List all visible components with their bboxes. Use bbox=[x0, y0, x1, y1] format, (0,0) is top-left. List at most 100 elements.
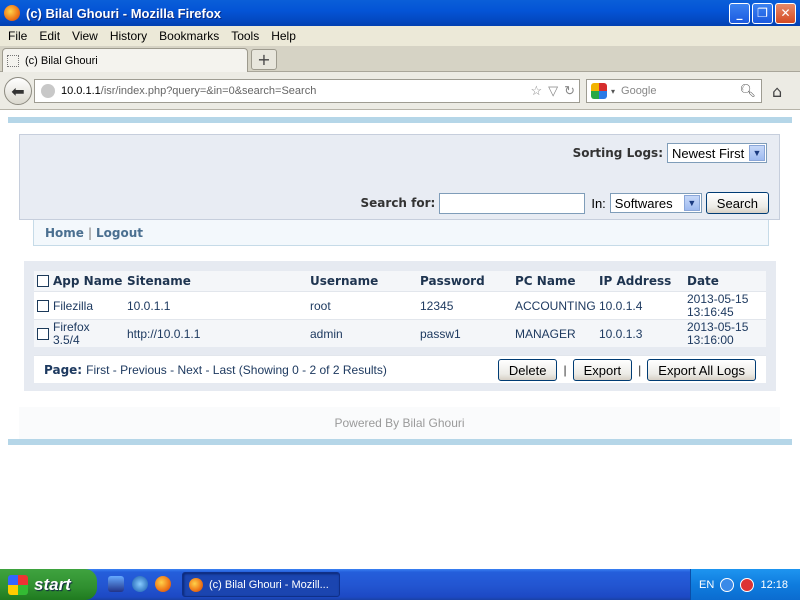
navigation-toolbar: ⬅ 10.0.1.1 /isr/index.php?query=&in=0&se… bbox=[0, 72, 800, 110]
search-panel: Sorting Logs: Newest First ▼ Search for:… bbox=[19, 134, 780, 220]
close-button[interactable]: ✕ bbox=[775, 2, 796, 24]
header-app-name: App Name bbox=[53, 274, 123, 288]
new-tab-button[interactable]: + bbox=[251, 49, 277, 70]
menu-help[interactable]: Help bbox=[265, 29, 302, 43]
cell-app-name-line1: Firefox bbox=[53, 319, 90, 334]
logout-link[interactable]: Logout bbox=[96, 226, 143, 240]
header-pc-name: PC Name bbox=[515, 274, 576, 288]
sorting-value: Newest First bbox=[672, 145, 745, 161]
window-title: (c) Bilal Ghouri - Mozilla Firefox bbox=[26, 5, 222, 21]
header-ip-address: IP Address bbox=[599, 274, 672, 288]
search-engine-dropdown-icon[interactable]: ▾ bbox=[611, 87, 615, 96]
table-header: App Name Sitename Username Password PC N… bbox=[34, 271, 766, 291]
page-label: Page: bbox=[44, 362, 83, 377]
menu-edit[interactable]: Edit bbox=[33, 29, 66, 43]
search-engine-placeholder: Google bbox=[621, 85, 657, 97]
nav-links: Home | Logout bbox=[33, 220, 769, 246]
sorting-control: Sorting Logs: Newest First ▼ bbox=[573, 143, 767, 163]
windows-taskbar: start (c) Bilal Ghouri - Mozill... EN 12… bbox=[0, 569, 800, 600]
browser-tab[interactable]: (c) Bilal Ghouri bbox=[2, 48, 248, 72]
table-actions: Delete | Export | Export All Logs bbox=[497, 359, 756, 381]
address-bar[interactable]: 10.0.1.1 /isr/index.php?query=&in=0&sear… bbox=[34, 79, 580, 103]
system-tray: EN 12:18 bbox=[690, 569, 800, 600]
reload-icon[interactable]: ↻ bbox=[564, 83, 575, 99]
back-arrow-icon: ⬅ bbox=[11, 81, 25, 101]
start-label: start bbox=[34, 574, 71, 594]
google-icon[interactable] bbox=[591, 83, 607, 99]
firefox-icon bbox=[189, 577, 203, 592]
cell-pc-name: ACCOUNTING bbox=[515, 298, 596, 313]
table-row[interactable]: Firefox 3.5/4 http://10.0.1.1 admin pass… bbox=[34, 319, 766, 347]
search-button[interactable]: Search bbox=[705, 192, 769, 214]
firefox-quicklaunch-icon[interactable] bbox=[155, 576, 171, 592]
search-input[interactable] bbox=[439, 192, 586, 214]
clock: 12:18 bbox=[760, 578, 788, 591]
header-sitename: Sitename bbox=[127, 274, 191, 288]
in-label: In: bbox=[591, 195, 606, 211]
header-date: Date bbox=[687, 274, 719, 288]
cell-date-time: 13:16:45 bbox=[687, 304, 734, 319]
cell-username: root bbox=[310, 298, 331, 313]
maximize-button[interactable]: ❐ bbox=[752, 2, 773, 24]
in-value: Softwares bbox=[614, 195, 673, 211]
tab-label: (c) Bilal Ghouri bbox=[25, 54, 98, 67]
tray-expand-icon[interactable] bbox=[720, 577, 735, 592]
menu-history[interactable]: History bbox=[104, 29, 153, 43]
home-icon[interactable]: ⌂ bbox=[772, 82, 782, 101]
chevron-down-icon[interactable]: ▼ bbox=[749, 145, 765, 161]
in-select[interactable]: Softwares ▼ bbox=[609, 193, 702, 213]
page-footer: Powered By Bilal Ghouri bbox=[19, 407, 780, 439]
header-password: Password bbox=[420, 274, 485, 288]
history-dropdown-icon[interactable]: ▽ bbox=[548, 83, 558, 99]
pagination-links[interactable]: First - Previous - Next - Last (Showing … bbox=[86, 363, 387, 377]
export-all-logs-button[interactable]: Export All Logs bbox=[647, 359, 756, 381]
search-engine-box[interactable]: ▾ Google 🔍︎ bbox=[586, 79, 762, 103]
cell-date-day: 2013-05-15 bbox=[687, 319, 749, 334]
delete-button[interactable]: Delete bbox=[497, 359, 558, 381]
security-shield-icon[interactable] bbox=[740, 577, 755, 592]
menu-view[interactable]: View bbox=[66, 29, 104, 43]
menu-file[interactable]: File bbox=[2, 29, 33, 43]
row-checkbox[interactable] bbox=[37, 299, 49, 312]
site-identity-icon[interactable] bbox=[41, 84, 55, 98]
nav-separator: | bbox=[87, 225, 92, 240]
tab-bar: (c) Bilal Ghouri + bbox=[0, 46, 800, 72]
cell-date: 2013-05-15 13:16:45 bbox=[687, 292, 748, 319]
menu-bar: File Edit View History Bookmarks Tools H… bbox=[0, 26, 800, 46]
chevron-down-icon[interactable]: ▼ bbox=[683, 195, 700, 211]
cell-sitename: 10.0.1.1 bbox=[127, 298, 171, 313]
minimize-button[interactable]: _ bbox=[729, 2, 750, 24]
logs-table: App Name Sitename Username Password PC N… bbox=[34, 271, 766, 347]
menu-tools[interactable]: Tools bbox=[225, 29, 265, 43]
start-button[interactable]: start bbox=[0, 569, 97, 600]
magnifier-icon[interactable]: 🔍︎ bbox=[739, 83, 756, 99]
page-favicon-icon bbox=[7, 54, 19, 67]
sorting-select[interactable]: Newest First ▼ bbox=[667, 143, 767, 163]
cell-sitename: http://10.0.1.1 bbox=[127, 326, 201, 341]
language-indicator[interactable]: EN bbox=[699, 579, 714, 591]
select-all-checkbox[interactable] bbox=[37, 275, 49, 287]
taskbar-firefox-item[interactable]: (c) Bilal Ghouri - Mozill... bbox=[182, 572, 340, 597]
action-separator: | bbox=[563, 363, 567, 377]
cell-password: 12345 bbox=[420, 298, 454, 313]
windows-logo-icon bbox=[8, 574, 28, 595]
cell-date: 2013-05-15 13:16:00 bbox=[687, 320, 748, 347]
export-button[interactable]: Export bbox=[572, 359, 633, 381]
cell-ip-address: 10.0.1.3 bbox=[599, 326, 643, 341]
window-title-bar[interactable]: (c) Bilal Ghouri - Mozilla Firefox _ ❐ ✕ bbox=[0, 0, 800, 26]
bookmark-star-icon[interactable]: ☆ bbox=[530, 83, 542, 99]
back-button[interactable]: ⬅ bbox=[4, 77, 32, 105]
firefox-icon bbox=[4, 5, 20, 21]
logs-table-panel: App Name Sitename Username Password PC N… bbox=[24, 261, 776, 391]
row-checkbox[interactable] bbox=[37, 327, 49, 340]
show-desktop-icon[interactable] bbox=[108, 576, 124, 592]
cell-date-time: 13:16:00 bbox=[687, 332, 734, 347]
search-label: Search for: bbox=[360, 196, 436, 210]
internet-explorer-icon[interactable] bbox=[132, 576, 148, 592]
url-host: 10.0.1.1 bbox=[61, 85, 101, 97]
cell-app-name: Filezilla bbox=[53, 298, 94, 313]
menu-bookmarks[interactable]: Bookmarks bbox=[153, 29, 225, 43]
home-link[interactable]: Home bbox=[45, 226, 84, 240]
table-row[interactable]: Filezilla 10.0.1.1 root 12345 ACCOUNTING… bbox=[34, 291, 766, 319]
taskbar-item-label: (c) Bilal Ghouri - Mozill... bbox=[209, 578, 329, 591]
